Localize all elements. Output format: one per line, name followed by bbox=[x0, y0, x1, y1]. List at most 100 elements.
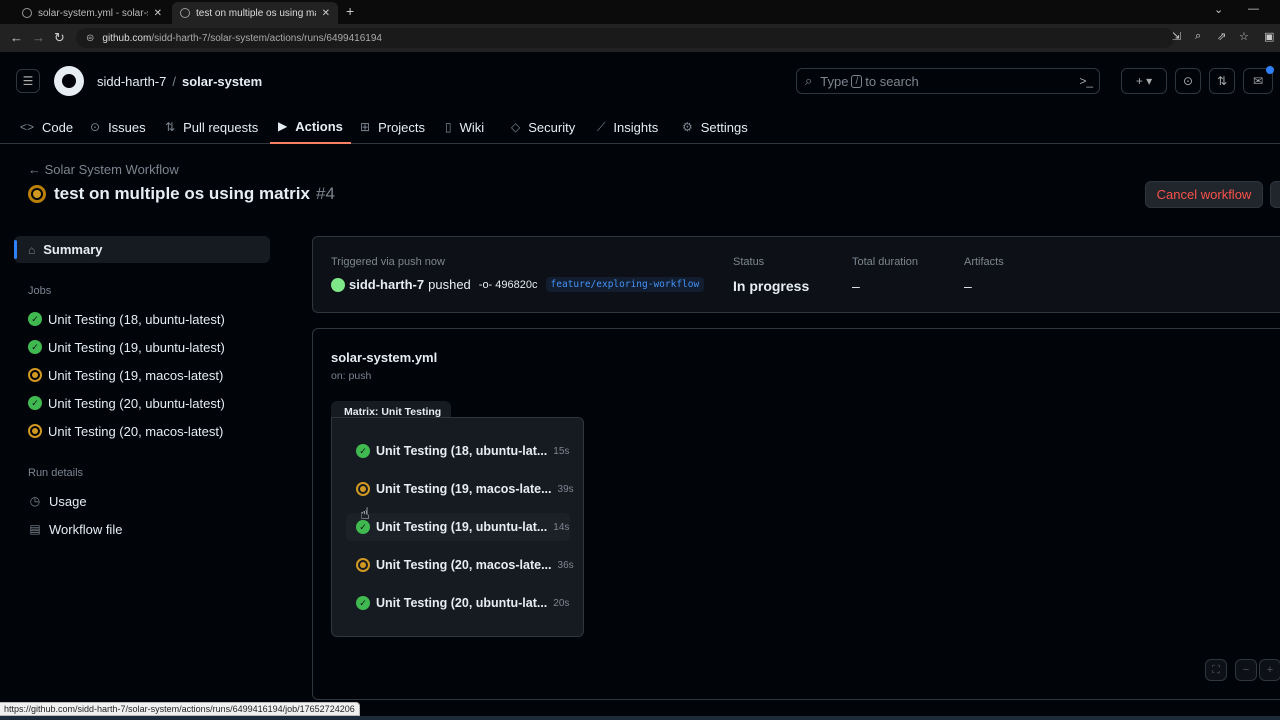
tab-code[interactable]: <> Code bbox=[20, 110, 73, 144]
tab-pull-requests[interactable]: ⇅ Pull requests bbox=[165, 110, 258, 144]
workflow-graph-panel: solar-system.yml on: push Matrix: Unit T… bbox=[312, 328, 1280, 700]
commit-icon: -o- bbox=[478, 278, 496, 291]
browser-tab-active[interactable]: test on multiple os using matrix ✕ bbox=[172, 2, 338, 24]
pull-requests-icon[interactable]: ⇅ bbox=[1209, 68, 1235, 94]
tab-title: test on multiple os using matrix bbox=[196, 7, 316, 19]
close-icon[interactable]: ✕ bbox=[154, 8, 162, 19]
job-duration: 36s bbox=[557, 559, 574, 571]
share-icon[interactable]: ⇗ bbox=[1217, 30, 1226, 43]
github-logo-icon[interactable] bbox=[54, 66, 84, 96]
breadcrumb: sidd-harth-7/solar-system bbox=[97, 74, 263, 89]
search-icon: ⌕ bbox=[805, 73, 813, 88]
browser-tab[interactable]: solar-system.yml - solar-system ✕ bbox=[14, 2, 170, 24]
sidebar-item-summary[interactable]: ⌂ Summary bbox=[14, 236, 270, 263]
zoom-out-icon[interactable]: − bbox=[1235, 659, 1257, 681]
repo-nav: <> Code ⊙ Issues ⇅ Pull requests ▶ Actions ⊞… bbox=[0, 110, 1280, 144]
check-circle-icon: ✓ bbox=[28, 340, 42, 354]
matrix-job-item[interactable]: ✓ Unit Testing (20, ubuntu-lat... 20s bbox=[346, 589, 570, 617]
shield-icon: ◇ bbox=[511, 120, 521, 134]
job-duration: 39s bbox=[557, 483, 574, 495]
search-input[interactable]: ⌕ Type / to search >_ bbox=[796, 68, 1100, 94]
back-arrow-icon[interactable]: ← bbox=[10, 30, 23, 45]
user-link[interactable]: sidd-harth-7 bbox=[349, 277, 424, 292]
job-name: Unit Testing (20, macos-late... bbox=[376, 558, 552, 572]
in-progress-icon bbox=[28, 368, 42, 382]
repo-link[interactable]: solar-system bbox=[182, 74, 262, 89]
sidebar-icon[interactable]: ▣ bbox=[1264, 30, 1274, 43]
sidebar-job-item[interactable]: ✓ Unit Testing (20, ubuntu-latest) bbox=[28, 393, 225, 413]
site-info-icon[interactable]: ⊜ bbox=[86, 33, 94, 44]
link-preview-status: https://github.com/sidd-harth-7/solar-sy… bbox=[0, 702, 360, 716]
install-icon[interactable]: ⇲ bbox=[1172, 30, 1181, 43]
check-circle-icon: ✓ bbox=[356, 444, 370, 458]
job-duration: 20s bbox=[553, 597, 570, 609]
address-bar: ← → ↻ ⊜ github.com /sidd-harth-7/solar-s… bbox=[0, 24, 1280, 52]
workflow-trigger: on: push bbox=[331, 370, 372, 382]
tab-wiki[interactable]: ▯ Wiki bbox=[445, 110, 484, 144]
new-tab-icon[interactable]: + bbox=[346, 3, 354, 19]
url-field[interactable]: ⊜ github.com /sidd-harth-7/solar-system/… bbox=[76, 28, 1174, 48]
table-icon: ⊞ bbox=[360, 120, 371, 134]
owner-link[interactable]: sidd-harth-7 bbox=[97, 74, 166, 89]
close-icon[interactable]: ✕ bbox=[322, 8, 330, 19]
zoom-icon[interactable]: ⌕ bbox=[1195, 30, 1201, 43]
sidebar-job-item[interactable]: ✓ Unit Testing (19, ubuntu-latest) bbox=[28, 337, 225, 357]
file-icon: ▤ bbox=[29, 522, 41, 536]
matrix-job-item[interactable]: Unit Testing (20, macos-late... 36s bbox=[346, 551, 574, 579]
matrix-job-item[interactable]: Unit Testing (19, macos-late... 39s bbox=[346, 475, 574, 503]
run-number: #4 bbox=[315, 184, 335, 203]
duration-block: Total duration – bbox=[852, 256, 919, 294]
job-label: Unit Testing (20, ubuntu-latest) bbox=[48, 395, 225, 411]
sidebar-item-usage[interactable]: ◷ Usage bbox=[28, 491, 87, 511]
command-palette-icon[interactable]: >_ bbox=[1079, 74, 1093, 88]
sidebar-job-item[interactable]: ✓ Unit Testing (18, ubuntu-latest) bbox=[28, 309, 225, 329]
github-favicon-icon bbox=[180, 8, 190, 18]
create-new-button[interactable]: + ▾ bbox=[1121, 68, 1167, 94]
status-value: In progress bbox=[733, 278, 810, 294]
zoom-in-icon[interactable]: + bbox=[1259, 659, 1280, 681]
jobs-heading: Jobs bbox=[28, 285, 52, 297]
book-icon: ▯ bbox=[445, 120, 452, 134]
github-favicon-icon bbox=[22, 8, 32, 18]
tab-actions[interactable]: ▶ Actions bbox=[270, 110, 351, 144]
back-to-workflow-link[interactable]: ← Solar System Workflow bbox=[28, 162, 179, 177]
sidebar-item-workflow-file[interactable]: ▤ Workflow file bbox=[28, 519, 122, 539]
matrix-job-item[interactable]: ✓ Unit Testing (18, ubuntu-lat... 15s bbox=[346, 437, 570, 465]
job-name: Unit Testing (19, ubuntu-lat... bbox=[376, 520, 548, 534]
forward-arrow-icon[interactable]: → bbox=[32, 30, 45, 45]
play-icon: ▶ bbox=[278, 119, 288, 133]
run-details-heading: Run details bbox=[28, 467, 84, 479]
tab-security[interactable]: ◇ Security bbox=[511, 110, 575, 144]
workflow-file-name: solar-system.yml bbox=[331, 350, 438, 365]
in-progress-icon bbox=[28, 185, 46, 203]
gear-icon: ⚙ bbox=[682, 120, 693, 134]
run-title-row: test on multiple os using matrix #4 bbox=[28, 183, 335, 205]
branch-badge[interactable]: feature/exploring-workflow bbox=[545, 277, 705, 292]
sidebar-job-item[interactable]: Unit Testing (19, macos-latest) bbox=[28, 365, 223, 385]
job-name: Unit Testing (20, ubuntu-lat... bbox=[376, 596, 548, 610]
sidebar-job-item[interactable]: Unit Testing (20, macos-latest) bbox=[28, 421, 223, 441]
minimize-icon[interactable]: — bbox=[1248, 3, 1259, 15]
stopwatch-icon: ◷ bbox=[29, 494, 41, 508]
more-options-button[interactable] bbox=[1270, 181, 1280, 208]
chevron-down-icon[interactable]: ⌄ bbox=[1214, 3, 1223, 16]
fullscreen-icon[interactable]: ⛶ bbox=[1205, 659, 1227, 681]
bookmark-star-icon[interactable]: ☆ bbox=[1239, 30, 1249, 43]
in-progress-icon bbox=[356, 558, 370, 572]
tab-projects[interactable]: ⊞ Projects bbox=[360, 110, 425, 144]
tab-issues[interactable]: ⊙ Issues bbox=[90, 110, 146, 144]
check-circle-icon: ✓ bbox=[28, 396, 42, 410]
menu-icon[interactable]: ☰ bbox=[16, 69, 40, 93]
pull-request-icon: ⇅ bbox=[165, 120, 176, 134]
tab-insights[interactable]: ⟋ Insights bbox=[597, 110, 658, 144]
matrix-job-item[interactable]: ✓ Unit Testing (19, ubuntu-lat... 14s bbox=[346, 513, 570, 541]
reload-icon[interactable]: ↻ bbox=[54, 30, 65, 46]
avatar bbox=[331, 277, 345, 292]
issues-icon[interactable]: ⊙ bbox=[1175, 68, 1201, 94]
commit-link[interactable]: -o- 496820c bbox=[479, 279, 538, 291]
cancel-workflow-button[interactable]: Cancel workflow bbox=[1145, 181, 1263, 208]
tab-title: solar-system.yml - solar-system bbox=[38, 7, 148, 19]
tab-settings[interactable]: ⚙ Settings bbox=[682, 110, 748, 144]
issue-icon: ⊙ bbox=[90, 120, 101, 134]
mouse-cursor-icon: ☝ bbox=[360, 506, 370, 523]
